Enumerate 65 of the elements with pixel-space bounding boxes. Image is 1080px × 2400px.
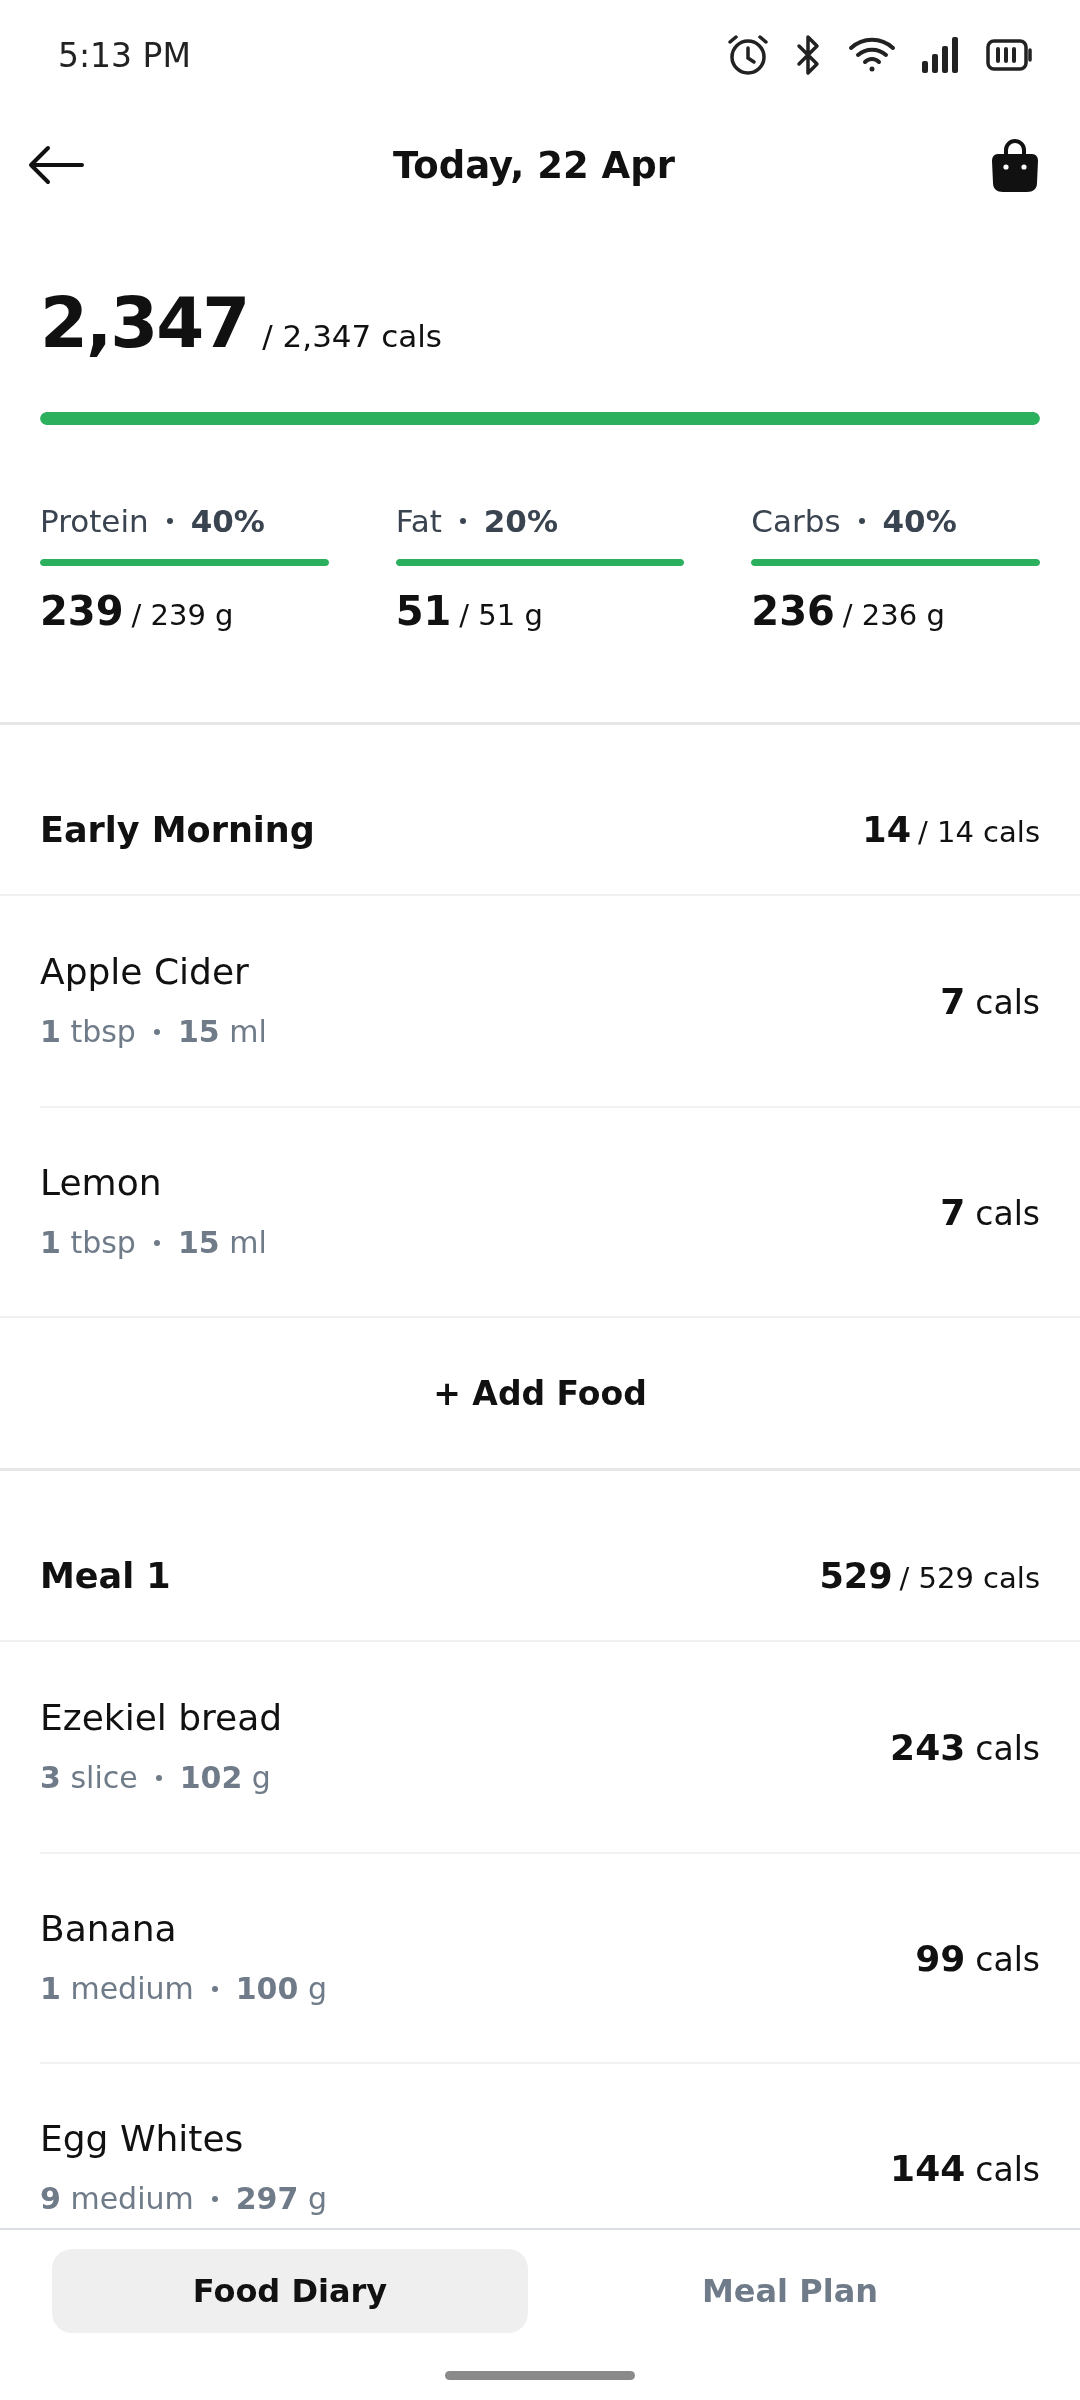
calories-unit: cals <box>975 2149 1040 2189</box>
macro-target: / 51 g <box>459 598 543 632</box>
macro-percent: 20% <box>483 503 558 539</box>
macro-percent: 40% <box>190 503 265 539</box>
bluetooth-icon <box>796 33 822 77</box>
meal-title: Early Morning <box>40 810 315 850</box>
meal-calories-consumed: 14 <box>862 810 911 850</box>
macro-name: Protein <box>40 503 149 539</box>
shopping-bag-icon[interactable] <box>990 137 1040 193</box>
macro-consumed: 239 <box>40 588 124 634</box>
add-food-button[interactable]: + Add Food <box>413 1363 667 1423</box>
food-portion: 9 medium <box>40 2180 194 2218</box>
meal-calories-consumed: 529 <box>819 1556 893 1596</box>
food-calories: 7 <box>940 980 966 1022</box>
separator-dot-icon <box>166 518 173 524</box>
meal-title: Meal 1 <box>40 1556 171 1596</box>
tab[interactable]: Meal Plan <box>552 2249 1028 2333</box>
calories-target: / 2,347 cals <box>262 318 442 354</box>
meal-calories-target: / 529 cals <box>899 1561 1040 1595</box>
separator-dot-icon <box>211 1986 218 1992</box>
food-name: Banana <box>40 1907 178 1951</box>
food-weight: 15 ml <box>177 1224 267 1262</box>
separator-dot-icon <box>155 1775 162 1781</box>
macro-consumed: 236 <box>751 588 835 634</box>
food-portion: 1 medium <box>40 1970 194 2008</box>
food-portion: 1 tbsp <box>40 1224 136 1262</box>
calories-unit: cals <box>975 1193 1040 1233</box>
wifi-icon <box>848 36 896 74</box>
food-portion: 3 slice <box>40 1759 138 1797</box>
signal-icon <box>922 37 960 73</box>
calories-unit: cals <box>975 1939 1040 1979</box>
macro-consumed: 51 <box>395 588 452 634</box>
calories-unit: cals <box>975 982 1040 1022</box>
food-name: Egg Whites <box>40 2117 245 2161</box>
macro-name: Fat <box>395 503 442 539</box>
separator-dot-icon <box>459 518 466 524</box>
food-weight: 297 g <box>235 2180 327 2218</box>
food-weight: 102 g <box>179 1759 271 1797</box>
status-time: 5:13 PM <box>58 35 191 75</box>
separator-dot-icon <box>858 518 865 524</box>
calories-unit: cals <box>975 1728 1040 1768</box>
food-calories: 99 <box>915 1937 966 1979</box>
back-arrow-icon[interactable] <box>28 145 84 185</box>
macro-name: Carbs <box>751 503 841 539</box>
macro-target: / 239 g <box>131 598 234 632</box>
separator-dot-icon <box>211 2196 218 2202</box>
food-calories: 7 <box>940 1191 966 1233</box>
food-name: Lemon <box>40 1161 163 1205</box>
separator-dot-icon <box>153 1029 160 1035</box>
meal-calories-target: / 14 cals <box>918 815 1040 849</box>
macro-percent: 40% <box>882 503 957 539</box>
food-calories: 144 <box>890 2147 966 2189</box>
food-name: Apple Cider <box>40 950 250 994</box>
food-weight: 100 g <box>235 1970 327 2008</box>
page-title: Today, 22 Apr <box>393 143 675 187</box>
separator-dot-icon <box>153 1240 160 1246</box>
food-name: Ezekiel bread <box>40 1696 283 1740</box>
macro-target: / 236 g <box>842 598 945 632</box>
food-calories: 243 <box>890 1726 966 1768</box>
alarm-clock-icon <box>726 33 770 77</box>
food-portion: 1 tbsp <box>40 1013 136 1051</box>
food-weight: 15 ml <box>177 1013 267 1051</box>
calories-consumed: 2,347 <box>40 282 249 365</box>
battery-icon <box>986 39 1034 71</box>
tab[interactable]: Food Diary <box>52 2249 528 2333</box>
